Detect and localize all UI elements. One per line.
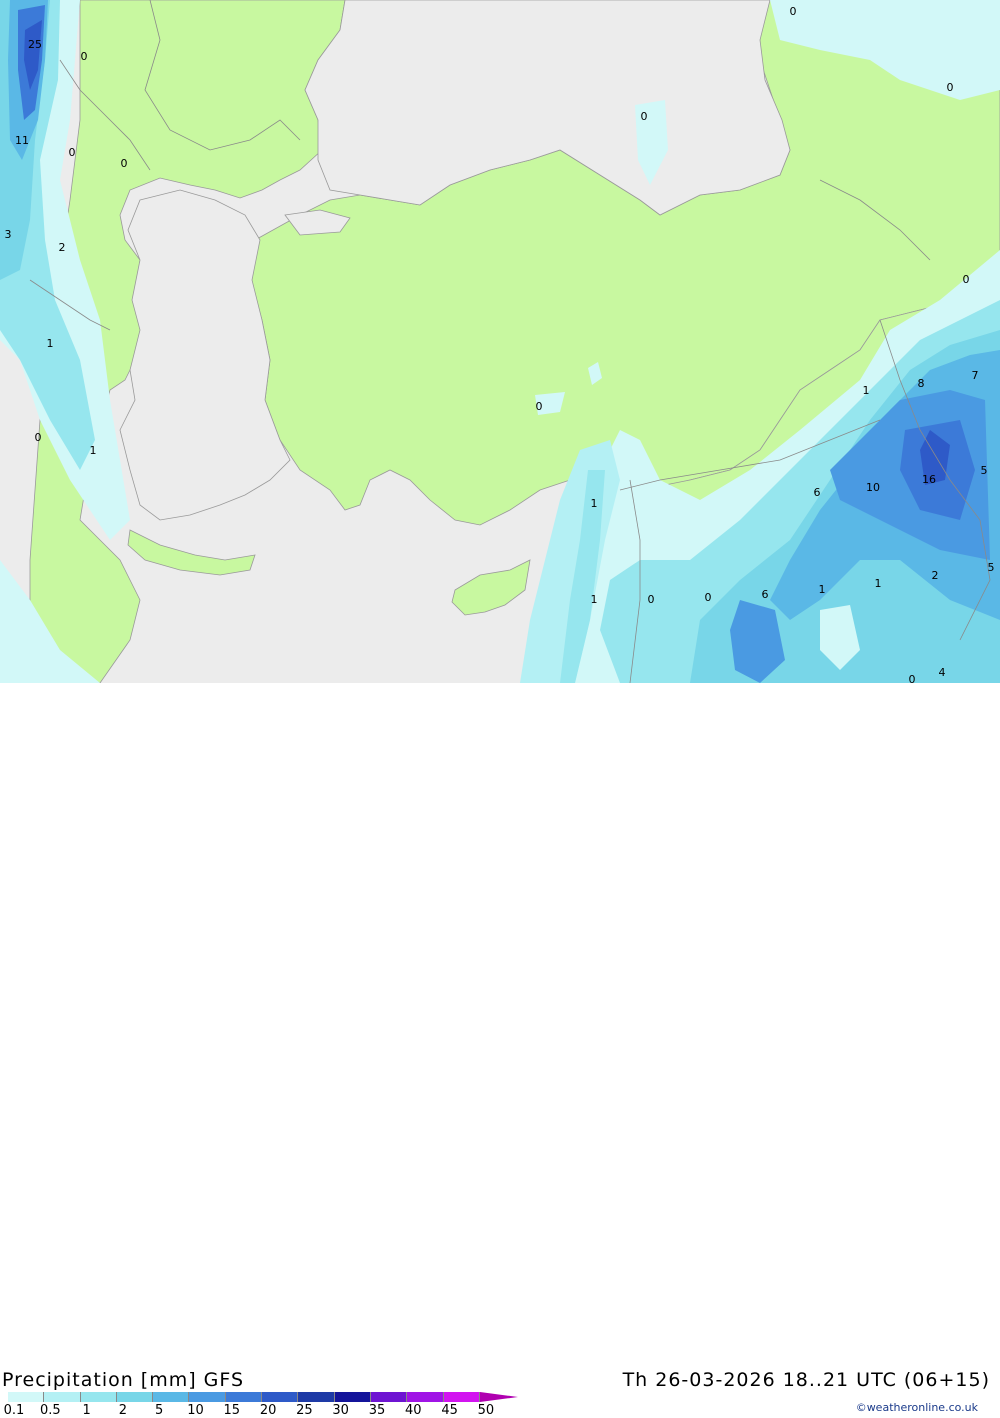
legend-swatch: [153, 1392, 190, 1402]
value-label: 0: [641, 110, 648, 123]
value-label: 0: [790, 5, 797, 18]
value-label: 0: [69, 146, 76, 159]
value-label: 0: [947, 81, 954, 94]
value-label: 0: [909, 673, 916, 683]
legend-swatch: [189, 1392, 226, 1402]
legend-label: 30: [332, 1403, 349, 1418]
legend-label: 35: [368, 1403, 386, 1418]
value-label: 1: [863, 384, 870, 397]
legend-label: 40: [405, 1403, 422, 1418]
legend-swatch: [44, 1392, 81, 1402]
value-label: 1: [90, 444, 97, 457]
legend-label: 10: [187, 1403, 204, 1418]
value-label: 10: [866, 481, 880, 494]
legend-swatch: [443, 1392, 480, 1402]
legend-label: 20: [259, 1403, 277, 1418]
value-label: 6: [814, 486, 821, 499]
value-label: 3: [5, 228, 12, 241]
value-label: 8: [918, 377, 925, 390]
value-label: 1: [819, 583, 826, 596]
value-label: 1: [591, 497, 598, 510]
legend-label: 5: [155, 1403, 164, 1418]
value-label: 0: [963, 273, 970, 286]
value-label: 5: [981, 464, 988, 477]
value-label: 1: [875, 577, 882, 590]
legend-swatch: [407, 1392, 444, 1402]
legend-label: 25: [296, 1403, 313, 1418]
legend-swatch: [80, 1392, 117, 1402]
value-label: 2: [932, 569, 939, 582]
legend-swatch: [8, 1392, 45, 1402]
value-label: 0: [81, 50, 88, 63]
value-label: 0: [121, 157, 128, 170]
precipitation-map: 25 0 11 0 0 3 2 1 0 1 0 0 0 0 0 8 7 1 16…: [0, 0, 1000, 683]
legend-swatch: [262, 1392, 299, 1402]
legend-swatch: [298, 1392, 335, 1402]
legend-swatch: [334, 1392, 371, 1402]
value-label: 1: [47, 337, 54, 350]
value-label: 4: [939, 666, 946, 679]
value-label: 6: [762, 588, 769, 601]
value-label: 2: [59, 241, 66, 254]
value-label: 0: [35, 431, 42, 444]
legend-label: 0.5: [39, 1403, 61, 1418]
legend-labels: 0.1 0.5 1 2 5 10 15 20 25 30 35 40 45 50: [0, 1403, 520, 1418]
value-label: 0: [648, 593, 655, 606]
legend-label: 1: [82, 1403, 91, 1418]
value-label: 0: [536, 400, 543, 413]
value-label: 5: [988, 561, 995, 574]
value-label: 1: [591, 593, 598, 606]
color-legend: [8, 1392, 480, 1402]
legend-swatch: [116, 1392, 154, 1402]
footer: Precipitation [mm] GFS Th 26-03-2026 18.…: [0, 683, 1000, 1418]
valid-time: Th 26-03-2026 18..21 UTC (06+15): [622, 1369, 990, 1391]
legend-swatch: [370, 1392, 408, 1402]
legend-label: 15: [223, 1403, 241, 1418]
legend-label: 45: [441, 1403, 458, 1418]
map-title: Precipitation [mm] GFS: [2, 1369, 245, 1391]
credit-link[interactable]: ©weatheronline.co.uk: [856, 1401, 978, 1414]
value-label: 16: [922, 473, 936, 486]
value-label: 0: [705, 591, 712, 604]
legend-label: 2: [118, 1403, 128, 1418]
value-label: 25: [28, 38, 42, 51]
legend-swatch: [225, 1392, 263, 1402]
legend-arrow: [480, 1392, 518, 1402]
legend-label: 50: [477, 1403, 495, 1418]
legend-label: 0.1: [3, 1403, 25, 1418]
value-label: 11: [15, 134, 29, 147]
value-label: 7: [972, 369, 979, 382]
